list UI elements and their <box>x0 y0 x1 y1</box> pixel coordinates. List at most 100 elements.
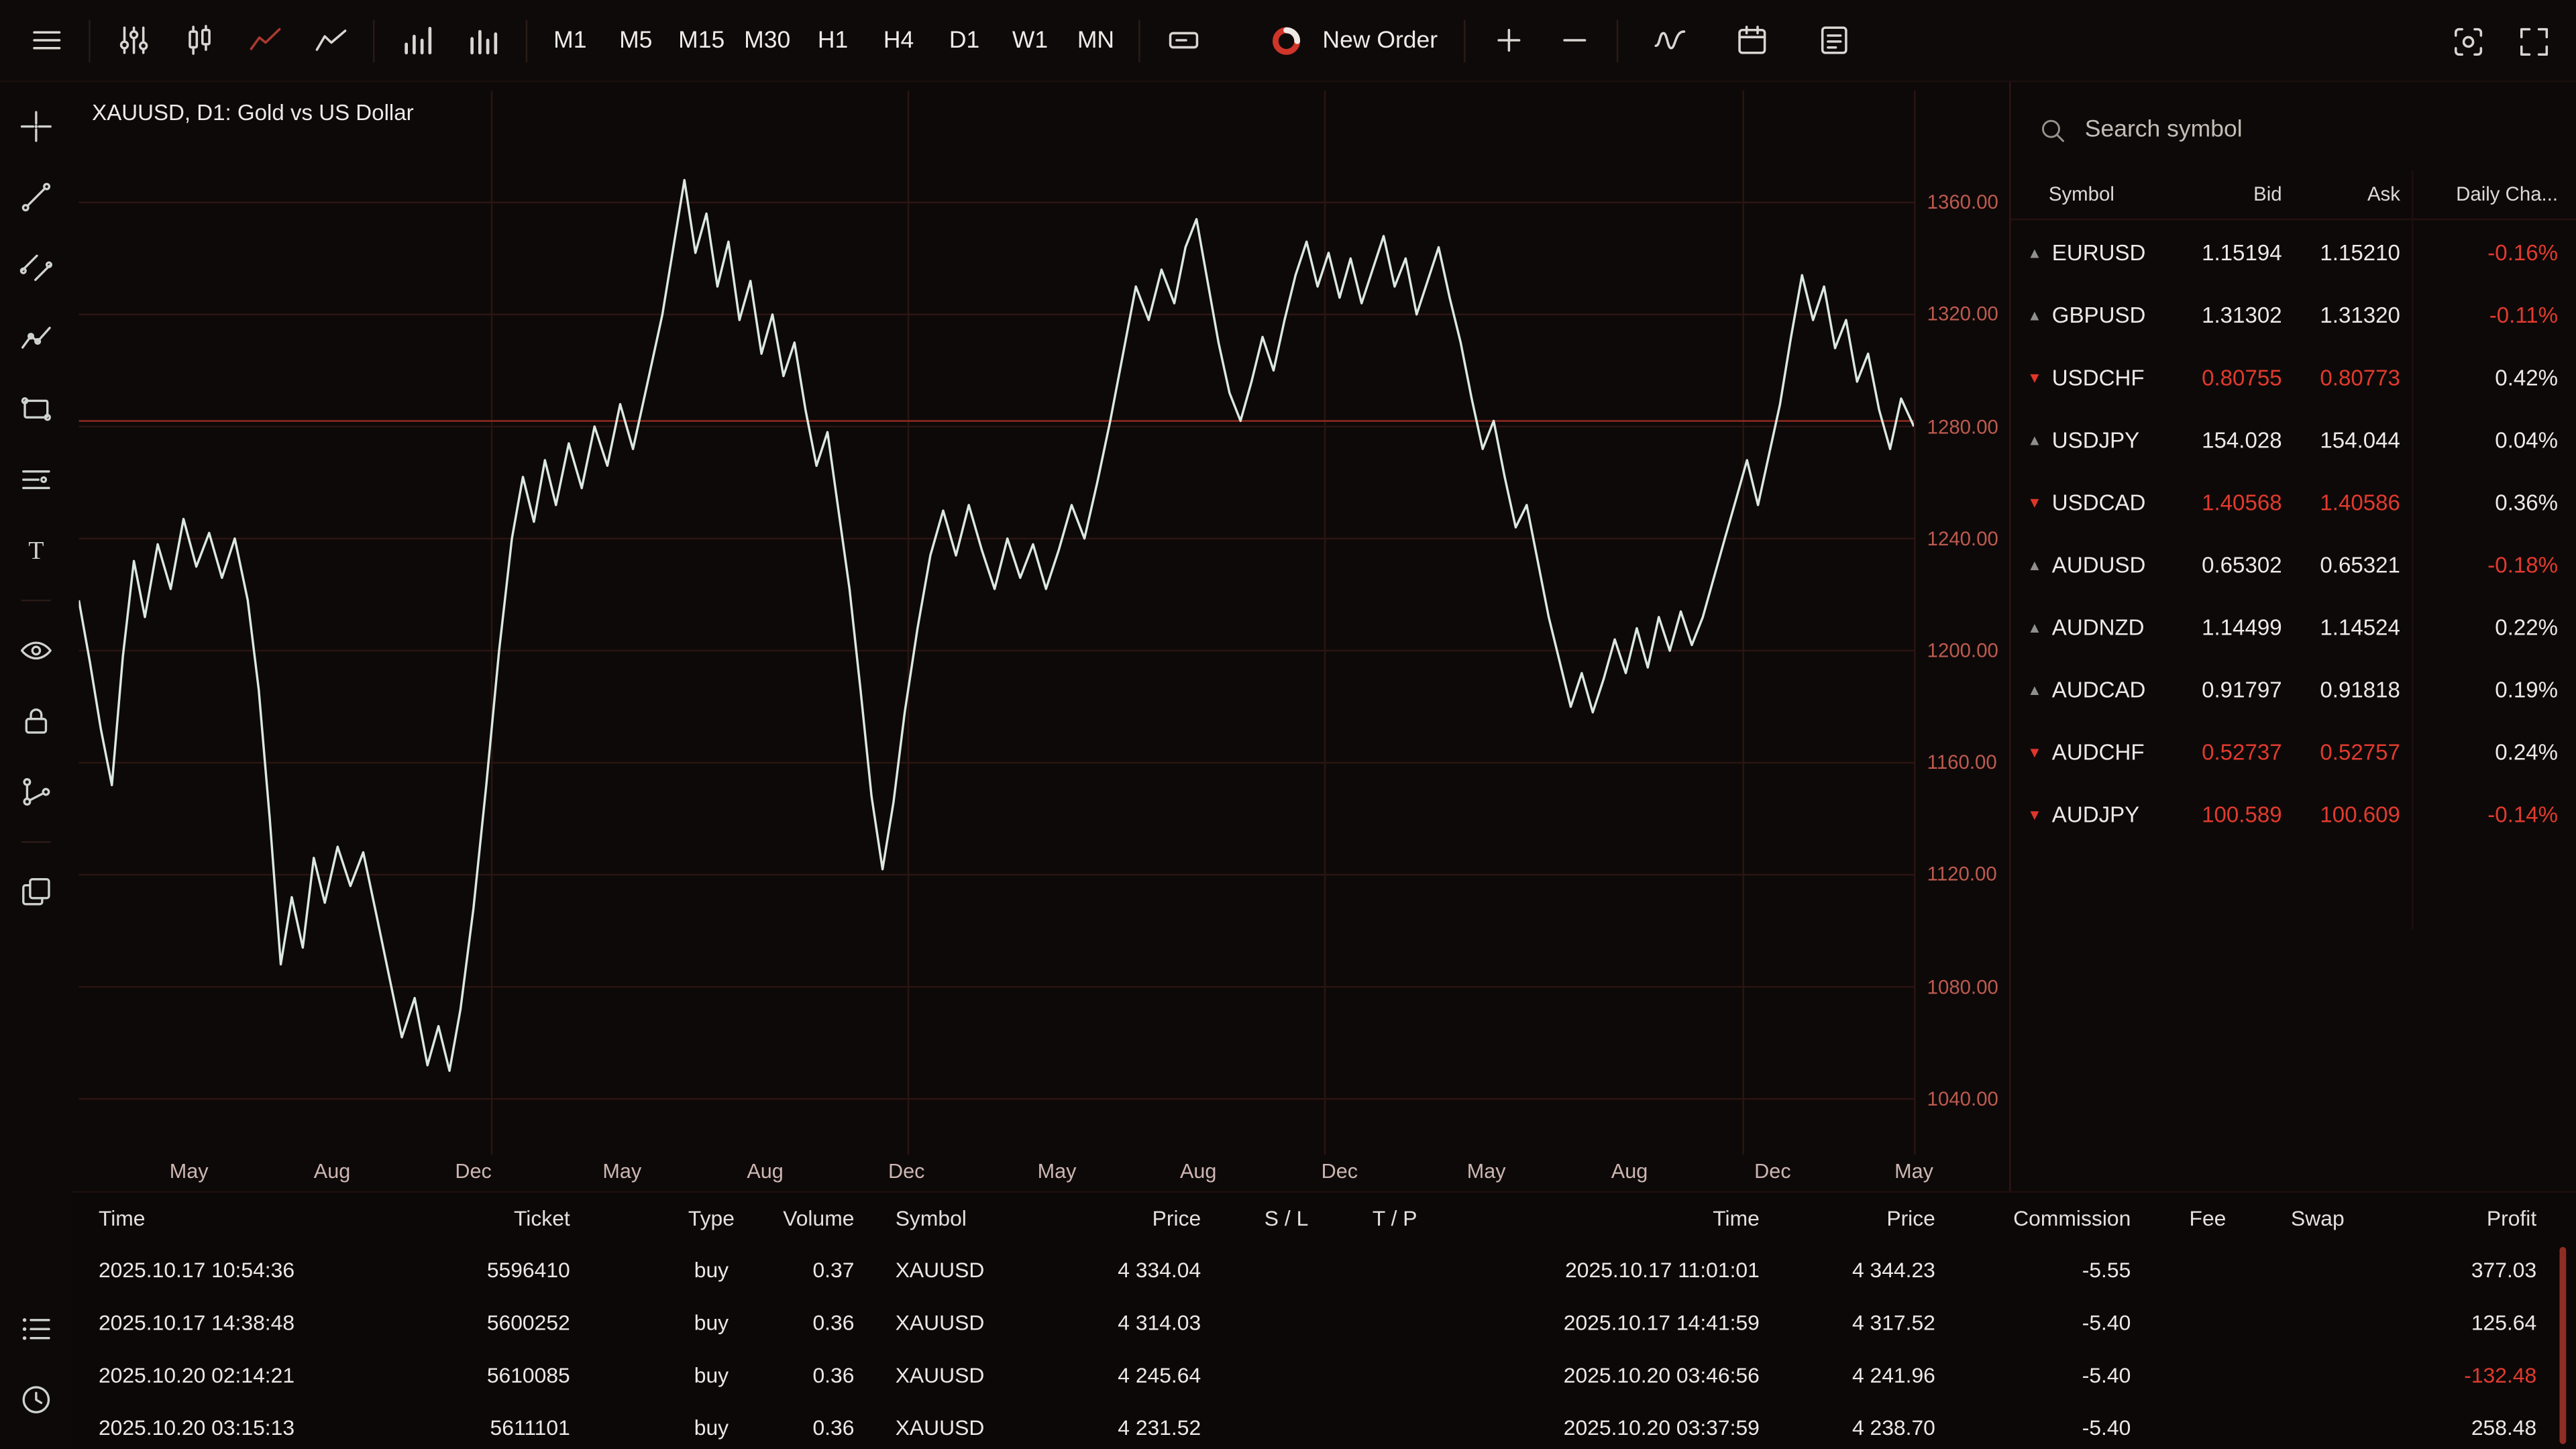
zoom-in-icon[interactable] <box>1475 7 1541 73</box>
price-axis-label: 1160.00 <box>1927 751 1997 774</box>
histogram-icon[interactable] <box>450 7 516 73</box>
tick-up-icon: ▲ <box>2027 557 2042 573</box>
history-col-header[interactable]: Fee <box>2144 1206 2226 1231</box>
shapes-icon[interactable] <box>11 384 60 433</box>
history-col-header[interactable]: Volume <box>723 1206 855 1231</box>
symbol-name: USDCAD <box>2052 490 2146 515</box>
history-cell-cprice: 4 241.96 <box>1771 1362 1935 1387</box>
history-icon[interactable] <box>11 1375 60 1424</box>
watch-row-usdcad[interactable]: ▼USDCAD1.405681.405860.36% <box>2011 472 2576 534</box>
search-icon <box>2037 114 2069 146</box>
line-chart-icon[interactable] <box>231 7 297 73</box>
watch-row-eurusd[interactable]: ▲EURUSD1.151941.15210-0.16% <box>2011 222 2576 284</box>
time-axis-label: Dec <box>888 1160 924 1183</box>
history-col-header[interactable]: Price <box>1771 1206 1935 1231</box>
timeframe-h4[interactable]: H4 <box>866 27 932 53</box>
history-row[interactable]: 2025.10.20 02:14:215610085buy0.36XAUUSD4… <box>72 1349 2576 1401</box>
ask-price: 154.044 <box>2257 428 2400 453</box>
levels-icon[interactable] <box>11 455 60 504</box>
history-row[interactable]: 2025.10.20 03:15:135611101buy0.36XAUUSD4… <box>72 1401 2576 1449</box>
toolbar-separator <box>1138 19 1140 62</box>
time-axis-label: May <box>170 1160 209 1183</box>
timeframe-d1[interactable]: D1 <box>932 27 998 53</box>
history-col-header[interactable]: S / L <box>1230 1206 1342 1231</box>
history-col-header[interactable]: Ticket <box>406 1206 570 1231</box>
price-axis[interactable]: 1040.001080.001120.001160.001200.001240.… <box>1914 91 2009 1155</box>
history-panel: TimeTicketTypeVolumeSymbolPriceS / LT / … <box>72 1191 2576 1449</box>
timeframe-m15[interactable]: M15 <box>669 27 735 53</box>
tune-icon[interactable] <box>100 7 166 73</box>
text-icon[interactable]: T <box>11 526 60 575</box>
indicators-icon[interactable] <box>1636 7 1702 73</box>
watch-row-audusd[interactable]: ▲AUDUSD0.653020.65321-0.18% <box>2011 534 2576 596</box>
eye-icon[interactable] <box>11 626 60 675</box>
history-cell-ticket: 5596410 <box>406 1258 570 1283</box>
ask-price: 1.31320 <box>2257 303 2400 328</box>
watch-row-audnzd[interactable]: ▲AUDNZD1.144991.145240.22% <box>2011 596 2576 659</box>
history-cell-ticket: 5610085 <box>406 1362 570 1387</box>
channel-icon[interactable] <box>11 243 60 292</box>
time-axis-label: Dec <box>1322 1160 1358 1183</box>
trading-terminal: M1M5M15M30H1H4D1W1MNNew Order T XAUUSD, … <box>0 0 2576 1449</box>
candlesticks-icon[interactable] <box>166 7 231 73</box>
tick-up-icon: ▲ <box>2027 245 2042 261</box>
history-cell-ctime: 2025.10.20 03:46:56 <box>1431 1362 1760 1387</box>
volume-bars-icon[interactable] <box>384 7 450 73</box>
tag-icon[interactable] <box>1150 7 1216 73</box>
polyline-icon[interactable] <box>11 314 60 363</box>
branch-icon[interactable] <box>11 767 60 816</box>
watch-row-usdjpy[interactable]: ▲USDJPY154.028154.0440.04% <box>2011 409 2576 472</box>
layers-icon[interactable] <box>11 867 60 916</box>
watch-col-header[interactable]: Ask <box>2257 182 2400 205</box>
crosshair-icon[interactable] <box>11 102 60 151</box>
time-axis-label: Dec <box>455 1160 491 1183</box>
history-row[interactable]: 2025.10.17 10:54:365596410buy0.37XAUUSD4… <box>72 1244 2576 1296</box>
ask-price: 1.14524 <box>2257 615 2400 640</box>
history-scrollbar[interactable] <box>2560 1247 2567 1444</box>
history-col-header[interactable]: Price <box>1036 1206 1201 1231</box>
timeframe-w1[interactable]: W1 <box>998 27 1063 53</box>
trade-list-icon[interactable] <box>11 1304 60 1353</box>
news-icon[interactable] <box>1801 7 1866 73</box>
timeframe-m1[interactable]: M1 <box>537 27 603 53</box>
new-order-label: New Order <box>1322 27 1438 53</box>
symbol-name: AUDUSD <box>2052 553 2146 578</box>
tick-down-icon: ▼ <box>2027 494 2042 511</box>
history-cell-price: 4 334.04 <box>1036 1258 1201 1283</box>
watch-row-audchf[interactable]: ▼AUDCHF0.527370.527570.24% <box>2011 721 2576 784</box>
watch-row-audjpy[interactable]: ▼AUDJPY100.589100.609-0.14% <box>2011 784 2576 846</box>
history-col-header[interactable]: Commission <box>1966 1206 2131 1231</box>
timeframe-mn[interactable]: MN <box>1063 27 1128 53</box>
sidebar-bottom-group <box>11 1304 60 1449</box>
new-order-button[interactable]: New Order <box>1265 19 1438 62</box>
calendar-icon[interactable] <box>1719 7 1784 73</box>
screenshot-icon[interactable] <box>2434 8 2500 74</box>
time-axis[interactable]: MayAugDecMayAugDecMayAugDecMayAugDecMay <box>79 1155 1915 1191</box>
history-cell-profit: 377.03 <box>2339 1258 2536 1283</box>
timeframe-h1[interactable]: H1 <box>800 27 866 53</box>
watch-col-header[interactable]: Symbol <box>2049 182 2114 205</box>
zoom-out-icon[interactable] <box>1541 7 1607 73</box>
symbol-search-input[interactable] <box>2085 117 2463 143</box>
history-row[interactable]: 2025.10.17 14:38:485600252buy0.36XAUUSD4… <box>72 1296 2576 1348</box>
history-col-header[interactable]: Time <box>1431 1206 1760 1231</box>
fullscreen-icon[interactable] <box>2500 8 2566 74</box>
watch-row-audcad[interactable]: ▲AUDCAD0.917970.918180.19% <box>2011 659 2576 721</box>
timeframe-m5[interactable]: M5 <box>603 27 669 53</box>
area-chart-icon[interactable] <box>297 7 363 73</box>
tick-up-icon: ▲ <box>2027 307 2042 323</box>
price-chart[interactable] <box>79 91 1915 1155</box>
watch-row-gbpusd[interactable]: ▲GBPUSD1.313021.31320-0.11% <box>2011 284 2576 347</box>
lock-icon[interactable] <box>11 696 60 745</box>
watch-row-usdchf[interactable]: ▼USDCHF0.807550.807730.42% <box>2011 347 2576 409</box>
watch-col-header[interactable]: Daily Cha... <box>2410 182 2558 205</box>
menu-icon[interactable] <box>13 7 79 73</box>
history-col-header[interactable]: Swap <box>2262 1206 2344 1231</box>
toolbar-left-group: M1M5M15M30H1H4D1W1MN New Order <box>0 0 2576 80</box>
symbol-name: USDJPY <box>2052 428 2139 453</box>
history-cell-ctime: 2025.10.17 14:41:59 <box>1431 1310 1760 1335</box>
history-col-header[interactable]: Profit <box>2339 1206 2536 1231</box>
timeframe-m30[interactable]: M30 <box>735 27 800 53</box>
history-header: TimeTicketTypeVolumeSymbolPriceS / LT / … <box>72 1193 2576 1244</box>
trendline-icon[interactable] <box>11 172 60 221</box>
